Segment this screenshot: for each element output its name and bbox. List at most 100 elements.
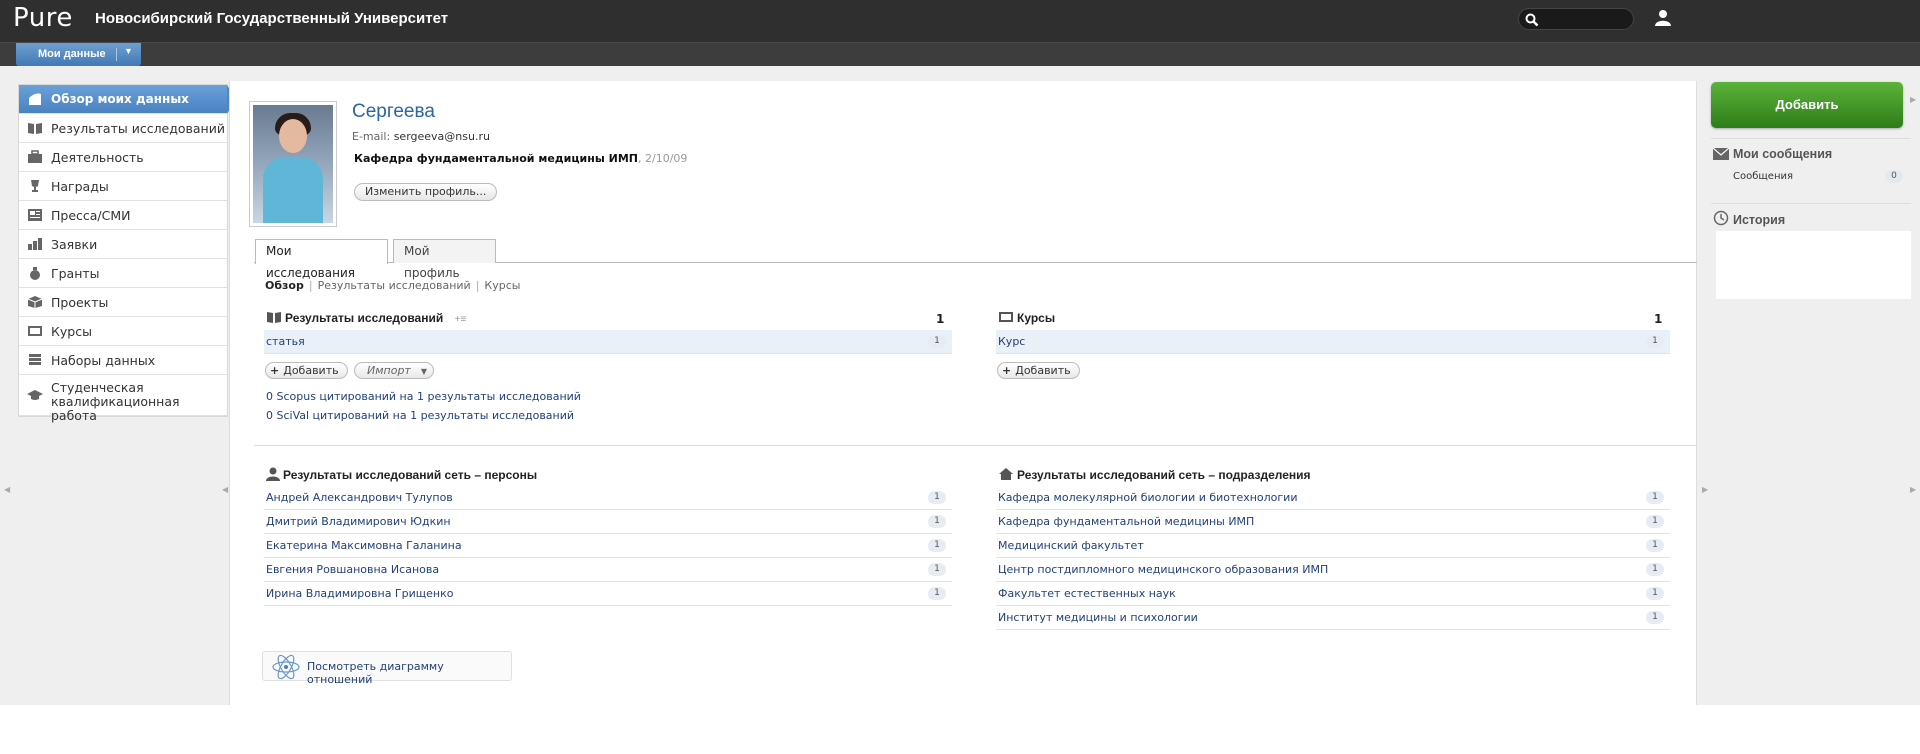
envelope-icon	[1713, 148, 1729, 160]
history-clock-icon	[1713, 210, 1729, 226]
book-icon	[28, 123, 42, 134]
view-relations-diagram-button[interactable]: Посмотреть диаграмму отношений	[262, 651, 512, 686]
nav-label: Результаты исследований	[51, 121, 225, 136]
courses-section-title: Курсы	[998, 310, 1055, 325]
list-item[interactable]: Ирина Владимировна Грищенко 1	[264, 582, 952, 606]
sort-icon[interactable]: +≡	[455, 314, 467, 325]
list-item[interactable]: Кафедра фундаментальной медицины ИМП 1	[996, 510, 1670, 534]
nav-item-grants[interactable]: Гранты	[19, 259, 227, 288]
divider	[116, 48, 117, 61]
count-badge: 1	[928, 335, 946, 348]
nav-item-student-theses[interactable]: Студенческая квалификационная работа	[19, 375, 227, 423]
person-icon	[266, 467, 280, 481]
subnav-courses[interactable]: Курсы	[484, 279, 520, 292]
nav-label: Деятельность	[51, 150, 144, 165]
page-footer-area	[0, 705, 1920, 754]
list-item[interactable]: Медицинский факультет 1	[996, 534, 1670, 558]
tab-my-profile[interactable]: Мой профиль	[393, 239, 496, 280]
list-item-label: Дмитрий Владимирович Юдкин	[266, 515, 451, 528]
nav-item-courses[interactable]: Курсы	[19, 317, 227, 346]
nav-label: Обзор моих данных	[51, 92, 189, 106]
nav-item-activities[interactable]: Деятельность	[19, 143, 227, 172]
collapse-left-nav-arrow-icon[interactable]: ◀	[222, 485, 228, 494]
divider	[1711, 138, 1911, 139]
book-icon	[267, 312, 281, 323]
my-data-menu-button[interactable]: Мои данные ▼	[16, 43, 141, 66]
list-item[interactable]: Центр постдипломного медицинского образо…	[996, 558, 1670, 582]
nav-item-research-output[interactable]: Результаты исследований	[19, 114, 227, 143]
nav-item-datasets[interactable]: Наборы данных	[19, 346, 227, 375]
network-units-title: Результаты исследований сеть – подраздел…	[998, 467, 1311, 482]
chevron-down-icon[interactable]: ▼	[124, 46, 133, 56]
scopus-citations-link[interactable]: 0 Scopus цитирований на 1 результаты исс…	[266, 390, 581, 403]
count-badge: 1	[1646, 335, 1664, 348]
nav-item-press-media[interactable]: Пресса/СМИ	[19, 201, 227, 230]
count-badge: 1	[928, 563, 946, 576]
list-item[interactable]: Евгения Ровшановна Исанова 1	[264, 558, 952, 582]
list-item[interactable]: Кафедра молекулярной биологии и биотехно…	[996, 486, 1670, 510]
briefcase-icon	[28, 150, 42, 163]
list-item[interactable]: Институт медицины и психологии 1	[996, 606, 1670, 630]
department-line: Кафедра фундаментальной медицины ИМП, 2/…	[354, 152, 687, 165]
add-new-button[interactable]: Добавить	[1711, 82, 1903, 128]
section-title-text: Результаты исследований	[285, 311, 444, 325]
messages-link[interactable]: Сообщения	[1733, 171, 1793, 182]
expand-right-top-arrow-icon[interactable]: ▶	[1910, 95, 1916, 104]
add-research-output-button[interactable]: + Добавить	[265, 362, 348, 379]
overview-icon	[29, 93, 41, 105]
email-line: E-mail: sergeeva@nsu.ru	[352, 130, 490, 143]
list-item-label: Екатерина Максимовна Галанина	[266, 539, 462, 552]
profile-photo	[249, 101, 337, 227]
department-date: , 2/10/09	[638, 152, 688, 165]
section-title-text: Мои сообщения	[1733, 147, 1833, 161]
money-bag-icon	[30, 267, 40, 280]
list-item-label: Андрей Александрович Тулупов	[266, 491, 453, 504]
list-item-label: Курс	[998, 335, 1026, 348]
list-item[interactable]: Курс 1	[996, 330, 1670, 354]
search-input[interactable]	[1518, 8, 1634, 30]
nav-label: Проекты	[51, 295, 109, 310]
list-item-label: Евгения Ровшановна Исанова	[266, 563, 440, 576]
list-item-label: статья	[266, 335, 305, 348]
nav-item-projects[interactable]: Проекты	[19, 288, 227, 317]
list-item-label: Центр постдипломного медицинского образо…	[998, 563, 1329, 576]
count-badge: 1	[1646, 563, 1664, 576]
user-icon[interactable]	[1654, 9, 1672, 27]
list-item[interactable]: Дмитрий Владимирович Юдкин 1	[264, 510, 952, 534]
courses-icon	[28, 326, 42, 336]
search-icon	[1525, 13, 1539, 27]
list-item[interactable]: Екатерина Максимовна Галанина 1	[264, 534, 952, 558]
expand-right-arrow-icon[interactable]: ▶	[1910, 485, 1916, 494]
collapse-left-arrow-icon[interactable]: ◀	[4, 485, 10, 494]
research-output-count: 1	[936, 312, 945, 326]
list-item[interactable]: статья 1	[264, 330, 952, 354]
subnav-research-output[interactable]: Результаты исследований	[318, 279, 471, 292]
nav-item-applications[interactable]: Заявки	[19, 230, 227, 259]
collapse-right-arrow-icon[interactable]: ▶	[1702, 485, 1708, 494]
nav-item-overview[interactable]: Обзор моих данных	[19, 85, 236, 114]
nav-label: Награды	[51, 179, 109, 194]
count-badge: 1	[1646, 539, 1664, 552]
subnav-overview[interactable]: Обзор	[265, 279, 304, 292]
count-badge: 1	[1646, 587, 1664, 600]
pure-logo[interactable]: Pure	[13, 3, 73, 33]
main-panel: Сергеева E-mail: sergeeva@nsu.ru Кафедра…	[229, 81, 1697, 754]
person-name[interactable]: Сергеева	[352, 101, 435, 123]
add-course-button[interactable]: + Добавить	[997, 362, 1080, 379]
nav-item-prizes[interactable]: Награды	[19, 172, 227, 201]
scival-citations-link[interactable]: 0 SciVal цитирований на 1 результаты исс…	[266, 409, 574, 422]
my-data-label: Мои данные	[38, 48, 106, 60]
list-item-label: Медицинский факультет	[998, 539, 1144, 552]
my-messages-title: Мои сообщения	[1713, 147, 1832, 161]
home-icon	[999, 468, 1013, 480]
nav-label: Наборы данных	[51, 353, 156, 368]
nav-label: Пресса/СМИ	[51, 208, 131, 223]
sub-navigation: Обзор | Результаты исследований | Курсы	[265, 279, 521, 292]
import-dropdown[interactable]: Импорт ▼	[354, 362, 434, 379]
list-item[interactable]: Факультет естественных наук 1	[996, 582, 1670, 606]
tab-my-research[interactable]: Мои исследования	[255, 239, 388, 280]
count-badge: 1	[1646, 611, 1664, 624]
list-item[interactable]: Андрей Александрович Тулупов 1	[264, 486, 952, 510]
edit-profile-button[interactable]: Изменить профиль...	[354, 183, 498, 201]
email-value: sergeeva@nsu.ru	[393, 130, 490, 143]
